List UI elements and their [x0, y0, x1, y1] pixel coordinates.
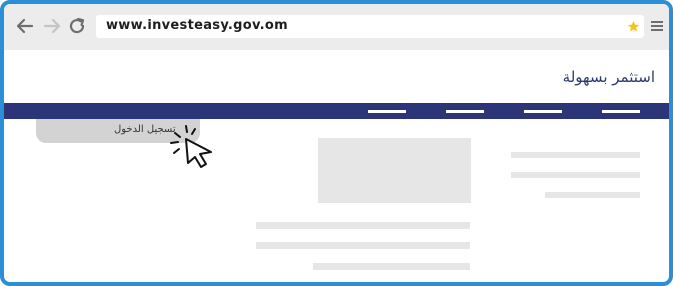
- arrow-right-icon[interactable]: [42, 16, 62, 36]
- pointer-click-icon: [170, 125, 212, 168]
- address-bar[interactable]: www.investeasy.gov.om: [96, 15, 644, 38]
- site-navbar: [4, 103, 669, 119]
- text-line-placeholder: [256, 222, 470, 229]
- image-placeholder: [318, 138, 471, 203]
- site-title: استثمر بسهولة: [562, 68, 655, 86]
- reload-icon[interactable]: [67, 16, 87, 36]
- text-line-placeholder: [511, 172, 640, 178]
- nav-item-1[interactable]: [602, 110, 640, 113]
- text-line-placeholder: [256, 242, 470, 249]
- nav-item-3[interactable]: [446, 110, 484, 113]
- browser-window: www.investeasy.gov.om استثمر بسهولة تسجي…: [0, 0, 673, 286]
- browser-toolbar: www.investeasy.gov.om: [4, 4, 669, 50]
- text-line-placeholder: [511, 152, 640, 158]
- nav-item-2[interactable]: [524, 110, 562, 113]
- star-icon[interactable]: [627, 20, 640, 33]
- nav-item-4[interactable]: [368, 110, 406, 113]
- text-line-placeholder: [545, 192, 640, 198]
- hamburger-menu-icon[interactable]: [650, 19, 664, 33]
- url-text: www.investeasy.gov.om: [106, 18, 289, 33]
- arrow-left-icon[interactable]: [15, 16, 35, 36]
- text-line-placeholder: [313, 263, 470, 270]
